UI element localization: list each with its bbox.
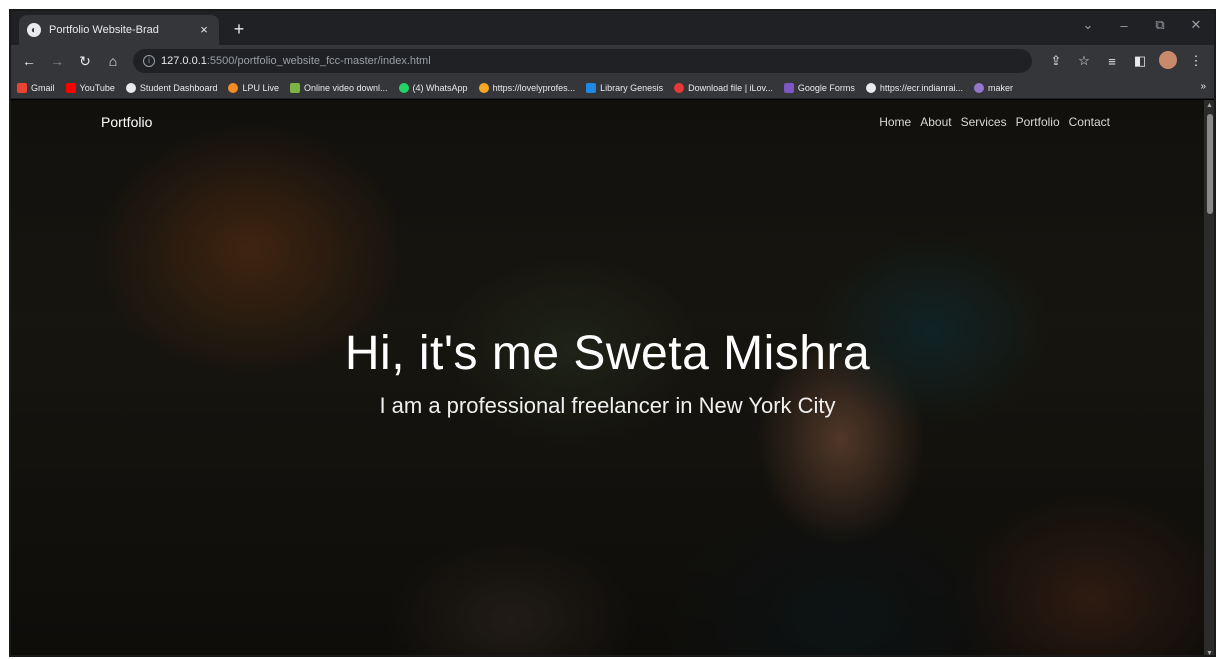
- nav-link-about[interactable]: About: [920, 115, 951, 129]
- hero-content: Hi, it's me Sweta Mishra I am a professi…: [11, 326, 1204, 419]
- forms-icon: [783, 82, 794, 93]
- bookmarks-bar: Gmail YouTube Student Dashboard LPU Live…: [11, 77, 1214, 99]
- scrollbar-thumb[interactable]: [1207, 114, 1213, 214]
- back-arrow-icon[interactable]: ←: [17, 49, 41, 73]
- sun-icon: [478, 82, 489, 93]
- bookmark-item[interactable]: Library Genesis: [586, 82, 663, 93]
- lpu-icon: [228, 82, 239, 93]
- globe-icon: ◐: [27, 23, 41, 37]
- globe-icon: [125, 82, 136, 93]
- toolbar-actions: ⇪ ☆ ≡ ◧ ⋮: [1040, 50, 1208, 72]
- forward-arrow-icon[interactable]: →: [45, 49, 69, 73]
- browser-tab[interactable]: ◐ Portfolio Website-Brad ×: [19, 15, 219, 45]
- hero-title: Hi, it's me Sweta Mishra: [344, 327, 871, 380]
- tab-close-icon[interactable]: ×: [197, 23, 211, 37]
- reading-list-icon[interactable]: ≡: [1100, 54, 1124, 69]
- bookmark-item[interactable]: https://ecr.indianrai...: [865, 82, 963, 93]
- close-window-button[interactable]: ✕: [1178, 17, 1214, 33]
- share-icon[interactable]: ⇪: [1044, 53, 1068, 69]
- bookmark-item[interactable]: maker: [973, 82, 1013, 93]
- site-menu: Home About Services Portfolio Contact: [870, 115, 1110, 129]
- browser-toolbar: ← → ↻ ⌂ i 127.0.0.1 :5500/portfolio_webs…: [11, 45, 1214, 77]
- bookmark-item[interactable]: Google Forms: [783, 82, 855, 93]
- side-panel-icon[interactable]: ◧: [1128, 53, 1152, 69]
- more-menu-icon[interactable]: ⋮: [1184, 53, 1208, 69]
- reload-icon[interactable]: ↻: [73, 49, 97, 73]
- page-scrollbar[interactable]: ▲ ▼: [1204, 100, 1214, 655]
- restore-button[interactable]: ⧉: [1142, 17, 1178, 33]
- new-tab-button[interactable]: +: [227, 17, 251, 41]
- tab-title: Portfolio Website-Brad: [49, 24, 159, 36]
- browser-window: ◐ Portfolio Website-Brad × + ⌄ – ⧉ ✕ ← →…: [9, 9, 1216, 657]
- bookmark-item[interactable]: Online video downl...: [289, 82, 388, 93]
- library-icon: [586, 82, 597, 93]
- minimize-button[interactable]: –: [1106, 18, 1142, 33]
- site-brand[interactable]: Portfolio: [101, 114, 152, 130]
- nav-link-services[interactable]: Services: [961, 115, 1007, 129]
- site-info-icon[interactable]: i: [143, 55, 155, 67]
- home-icon[interactable]: ⌂: [101, 49, 125, 73]
- tab-strip: ◐ Portfolio Website-Brad × + ⌄ – ⧉ ✕: [11, 11, 1214, 45]
- bookmark-item[interactable]: https://lovelyprofes...: [478, 82, 575, 93]
- download-icon: [289, 82, 300, 93]
- tab-search-icon[interactable]: ⌄: [1070, 17, 1106, 33]
- bookmark-item[interactable]: LPU Live: [228, 82, 279, 93]
- heart-icon: [674, 82, 685, 93]
- globe-icon: [865, 82, 876, 93]
- gmail-icon: [17, 82, 27, 93]
- url-path: :5500/portfolio_website_fcc-master/index…: [206, 55, 431, 67]
- bookmark-item[interactable]: (4) WhatsApp: [398, 82, 468, 93]
- bookmark-star-icon[interactable]: ☆: [1072, 53, 1096, 69]
- profile-avatar[interactable]: [1156, 50, 1180, 72]
- nav-link-portfolio[interactable]: Portfolio: [1016, 115, 1060, 129]
- scroll-down-icon[interactable]: ▼: [1206, 650, 1213, 655]
- nav-link-home[interactable]: Home: [879, 115, 911, 129]
- hero-section: Portfolio Home About Services Portfolio …: [11, 100, 1204, 655]
- bookmark-item[interactable]: Download file | iLov...: [674, 82, 773, 93]
- maker-icon: [973, 82, 984, 93]
- nav-link-contact[interactable]: Contact: [1069, 115, 1110, 129]
- bookmark-item[interactable]: Student Dashboard: [125, 82, 217, 93]
- whatsapp-icon: [398, 82, 409, 93]
- youtube-icon: [65, 82, 76, 93]
- bookmarks-overflow-icon[interactable]: »: [1200, 81, 1206, 92]
- address-bar[interactable]: i 127.0.0.1 :5500/portfolio_website_fcc-…: [133, 49, 1032, 73]
- hero-subtitle: I am a professional freelancer in New Yo…: [379, 393, 836, 418]
- scroll-up-icon[interactable]: ▲: [1206, 102, 1213, 109]
- url-host: 127.0.0.1: [161, 55, 207, 67]
- bookmark-item[interactable]: YouTube: [65, 82, 115, 93]
- bookmark-item[interactable]: Gmail: [17, 82, 55, 93]
- site-navbar: Portfolio Home About Services Portfolio …: [11, 100, 1204, 144]
- window-controls: ⌄ – ⧉ ✕: [1070, 11, 1214, 39]
